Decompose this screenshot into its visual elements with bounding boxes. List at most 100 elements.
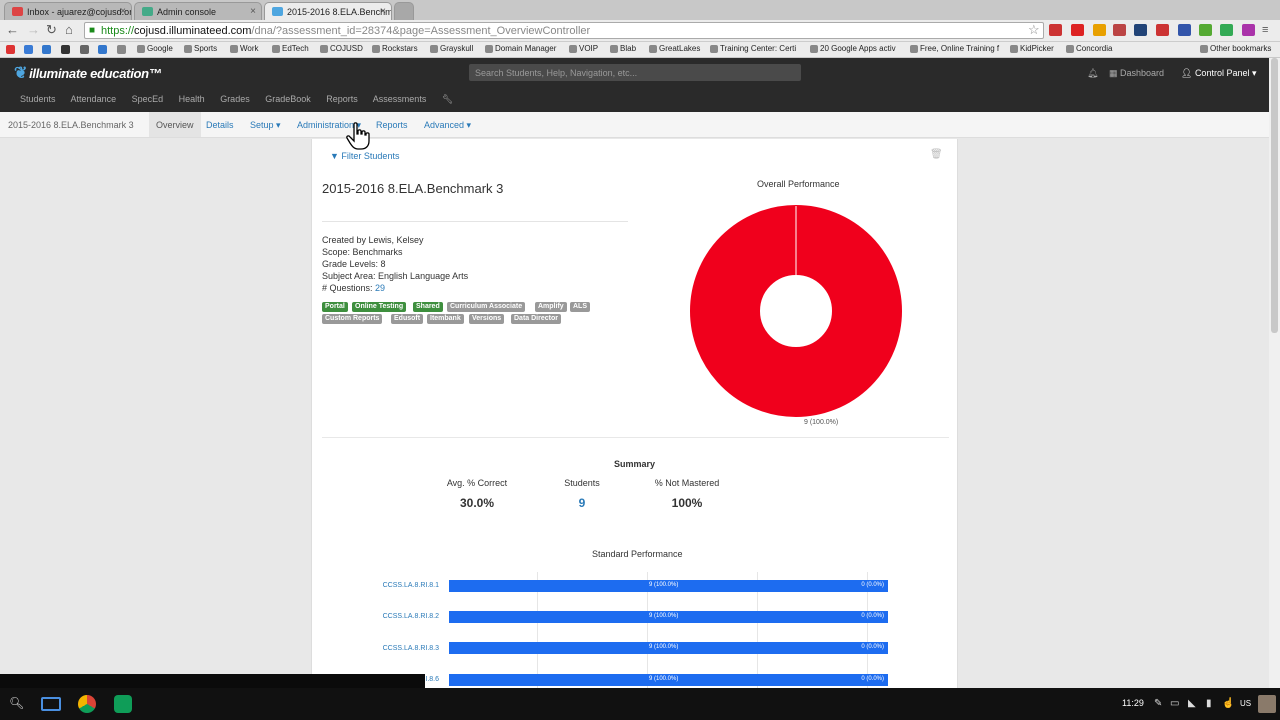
new-tab-button[interactable] — [394, 2, 414, 20]
dashboard-label: Dashboard — [1120, 68, 1165, 78]
close-icon[interactable]: × — [250, 6, 256, 17]
bookmark-icon[interactable] — [80, 45, 89, 54]
extension-icon[interactable] — [1113, 24, 1126, 36]
bookmark-work[interactable]: Work — [230, 44, 259, 53]
bell-icon[interactable]: 🔔︎ — [1087, 68, 1098, 79]
avg-correct-label: Avg. % Correct — [446, 478, 508, 488]
extension-icon[interactable] — [1178, 24, 1191, 36]
filter-students-link[interactable]: ▼ Filter Students — [330, 151, 399, 161]
nav-assessments[interactable]: Assessments — [373, 94, 427, 104]
standard-label[interactable]: CCSS.LA.8.RI.8.2 — [372, 613, 439, 620]
extension-icon[interactable] — [1156, 24, 1169, 36]
nav-reports[interactable]: Reports — [326, 94, 358, 104]
hangouts-icon[interactable] — [114, 695, 132, 713]
subnav-setup[interactable]: Setup ▾ — [250, 120, 281, 131]
bookmark-domain-manager[interactable]: Domain Manager — [485, 44, 556, 53]
bookmark-google[interactable]: Google — [137, 44, 173, 53]
bookmark-icon[interactable] — [42, 45, 51, 54]
battery-icon[interactable]: ▮ — [1206, 698, 1212, 709]
bookmark-star-icon[interactable]: ☆ — [1028, 22, 1040, 38]
bookmark-icon[interactable] — [61, 45, 70, 54]
scrollbar-thumb[interactable] — [1271, 58, 1278, 333]
subnav-overview[interactable]: Overview — [149, 112, 201, 137]
extension-icon[interactable] — [1071, 24, 1084, 36]
bookmark-cojusd[interactable]: COJUSD — [320, 44, 363, 53]
subnav-setup-label: Setup — [250, 120, 274, 130]
bookmark-icon[interactable] — [24, 45, 33, 54]
dashboard-link[interactable]: ▦ Dashboard — [1109, 68, 1164, 79]
forward-icon[interactable]: → — [27, 23, 40, 37]
touch-icon[interactable]: ☝ — [1222, 698, 1234, 709]
app-header: ❦illuminate education™ 🔔︎ ▦ Dashboard 👤︎… — [0, 58, 1280, 112]
extension-icon[interactable] — [1220, 24, 1233, 36]
nav-attendance[interactable]: Attendance — [71, 94, 117, 104]
extension-icon[interactable] — [1242, 24, 1255, 36]
bookmark-voip[interactable]: VOIP — [569, 44, 598, 53]
bar-value-end: 0 (0.0%) — [861, 644, 884, 650]
bookmark-free-training[interactable]: Free, Online Training f — [910, 44, 999, 53]
other-bookmarks[interactable]: Other bookmarks — [1200, 44, 1271, 53]
search-icon[interactable]: 🔍︎ — [9, 696, 24, 710]
bookmark-grayskull[interactable]: Grayskull — [430, 44, 473, 53]
standard-label[interactable]: CCSS.LA.8.RI.8.3 — [372, 645, 439, 652]
search-input[interactable] — [469, 64, 801, 81]
students-value[interactable]: 9 — [552, 496, 612, 510]
logo[interactable]: ❦ illuminate education™ — [14, 63, 162, 83]
cast-icon[interactable] — [41, 697, 61, 711]
subnav-advanced[interactable]: Advanced ▾ — [424, 120, 471, 131]
extension-icon[interactable] — [1199, 24, 1212, 36]
menu-icon[interactable]: ≡ — [1262, 23, 1268, 37]
extension-icon[interactable] — [1093, 24, 1106, 36]
standard-bar[interactable]: 9 (100.0%) 0 (0.0%) — [449, 580, 888, 592]
trash-icon[interactable]: 🗑︎ — [930, 149, 943, 160]
subnav-reports[interactable]: Reports — [376, 120, 408, 130]
pen-icon[interactable]: ✎ — [1154, 698, 1162, 709]
tab-inbox[interactable]: Inbox - ajuarez@cojusd.or × — [4, 2, 132, 20]
wrench-icon[interactable]: 🔧︎ — [442, 94, 453, 104]
bookmark-icon[interactable] — [98, 45, 107, 54]
bookmark-kidpicker[interactable]: KidPicker — [1010, 44, 1054, 53]
overall-performance-donut[interactable] — [684, 199, 908, 423]
locale-indicator[interactable]: US — [1240, 699, 1251, 708]
close-icon[interactable]: × — [380, 6, 386, 17]
cast-status-icon[interactable]: ▭ — [1170, 698, 1179, 709]
chrome-icon[interactable] — [78, 695, 96, 713]
avatar[interactable] — [1258, 695, 1276, 713]
questions-link[interactable]: 29 — [375, 283, 385, 293]
close-icon[interactable]: × — [120, 6, 126, 17]
questions-count: # Questions: 29 — [322, 283, 385, 293]
standard-bar[interactable]: 9 (100.0%) 0 (0.0%) — [449, 611, 888, 623]
clock[interactable]: 11:29 — [1122, 698, 1144, 708]
standard-bar[interactable]: 9 (100.0%) 0 (0.0%) — [449, 674, 888, 686]
bookmark-edtech[interactable]: EdTech — [272, 44, 309, 53]
reload-icon[interactable]: ↻ — [46, 23, 57, 37]
nav-health[interactable]: Health — [179, 94, 205, 104]
page-scrollbar[interactable] — [1269, 58, 1280, 688]
nav-grades[interactable]: Grades — [220, 94, 250, 104]
control-panel-menu[interactable]: 👤︎ Control Panel ▾ — [1181, 68, 1257, 79]
subnav-details[interactable]: Details — [206, 120, 234, 130]
wifi-icon[interactable]: ◣ — [1188, 698, 1196, 709]
standard-bar[interactable]: 9 (100.0%) 0 (0.0%) — [449, 642, 888, 654]
back-icon[interactable]: ← — [6, 23, 19, 37]
address-bar[interactable]: ■ https://cojusd.illuminateed.com/dna/?a… — [84, 22, 1044, 39]
home-icon[interactable]: ⌂ — [65, 23, 73, 37]
overall-performance-title: Overall Performance — [757, 179, 840, 189]
bookmark-greatlakes[interactable]: GreatLakes — [649, 44, 700, 53]
nav-speced[interactable]: SpecEd — [132, 94, 164, 104]
bookmark-sports[interactable]: Sports — [184, 44, 217, 53]
bookmark-google-apps[interactable]: 20 Google Apps activ — [810, 44, 896, 53]
bookmark-blab[interactable]: Blab — [610, 44, 636, 53]
bookmark-icon[interactable] — [6, 45, 15, 54]
nav-gradebook[interactable]: GradeBook — [265, 94, 311, 104]
bookmark-icon[interactable] — [117, 45, 126, 54]
extension-icon[interactable] — [1134, 24, 1147, 36]
tab-admin-console[interactable]: Admin console × — [134, 2, 262, 20]
standard-label[interactable]: CCSS.LA.8.RI.8.1 — [372, 582, 439, 589]
tab-benchmark[interactable]: 2015-2016 8.ELA.Benchm × — [264, 2, 392, 20]
bookmark-training-center[interactable]: Training Center: Certi — [710, 44, 796, 53]
bookmark-rockstars[interactable]: Rockstars — [372, 44, 418, 53]
extension-icon[interactable] — [1049, 24, 1062, 36]
nav-students[interactable]: Students — [20, 94, 56, 104]
bookmark-concordia[interactable]: Concordia — [1066, 44, 1112, 53]
